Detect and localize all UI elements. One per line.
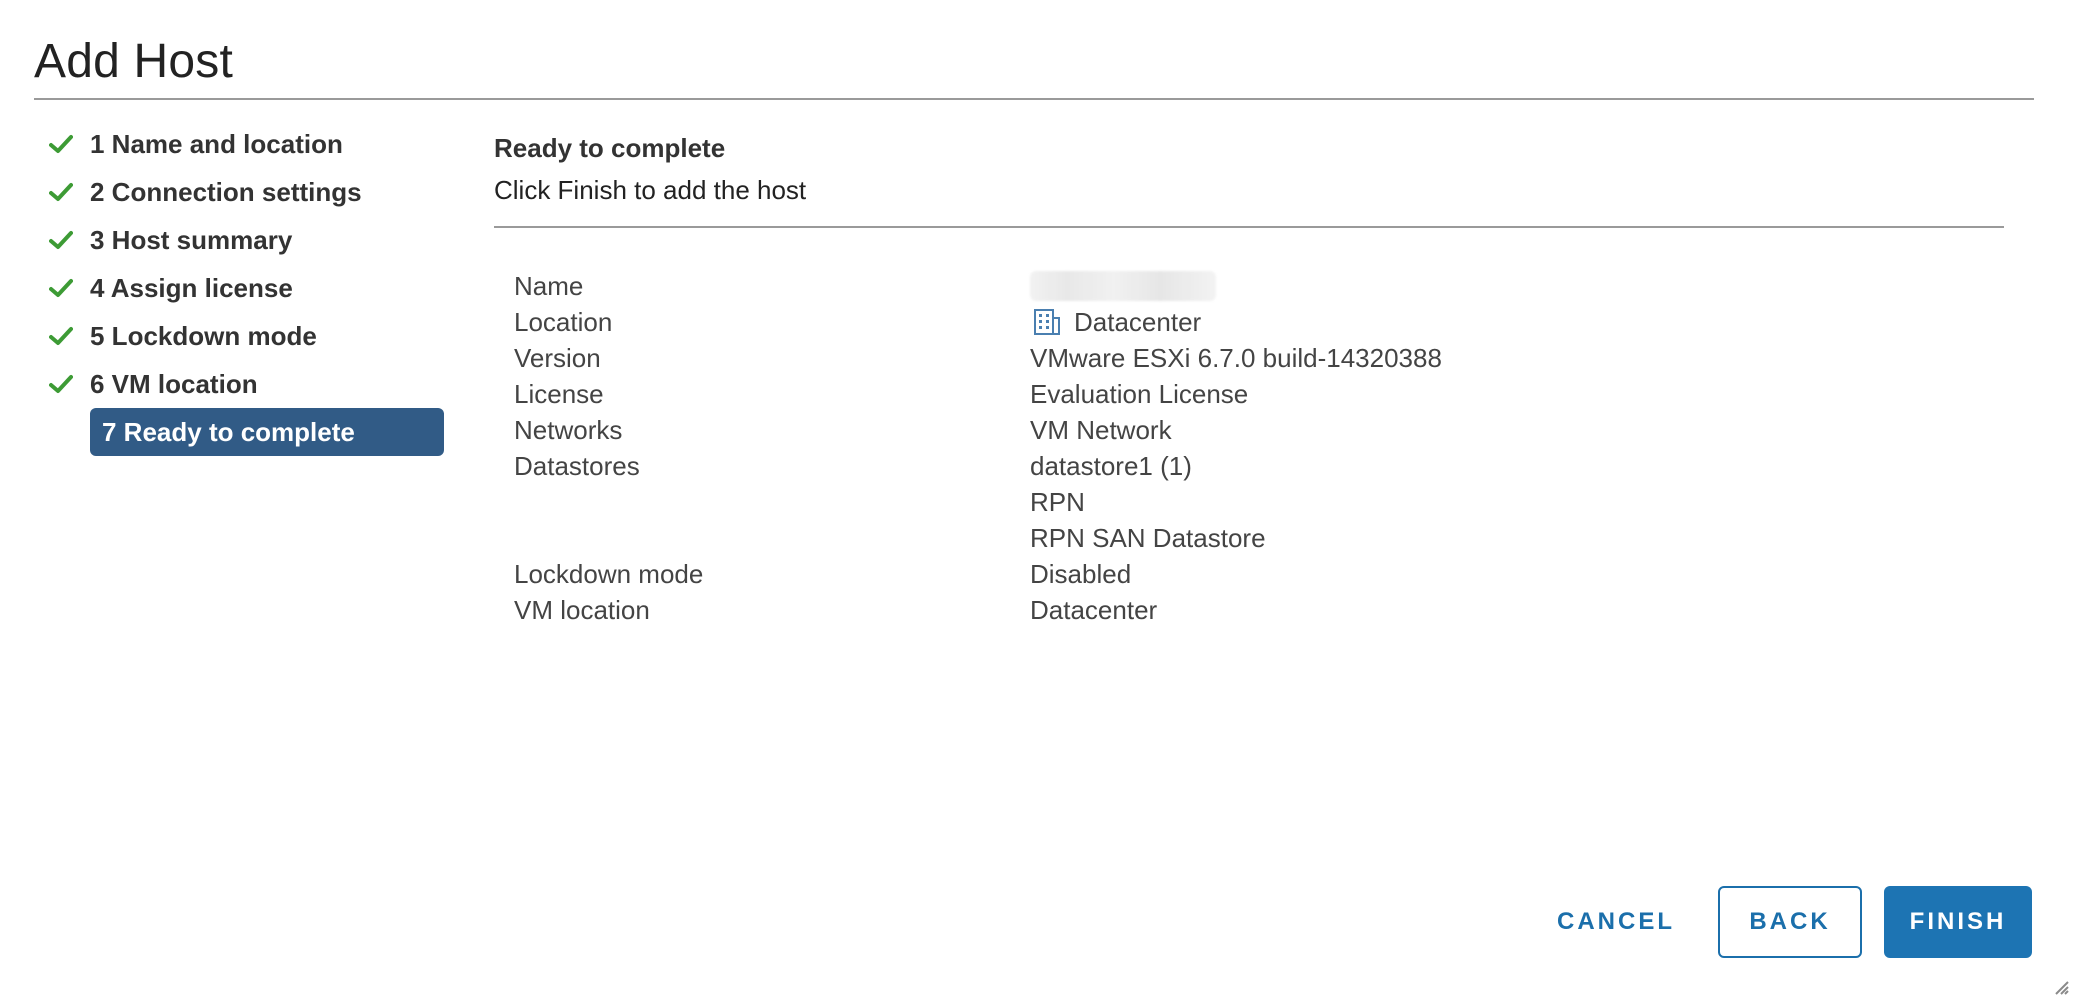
detail-label: Networks <box>514 415 623 445</box>
detail-value <box>1030 268 1216 304</box>
detail-value: RPN SAN Datastore <box>1030 523 1266 553</box>
detail-label: Location <box>514 307 613 337</box>
detail-row-datastores-cont: RPN SAN Datastore <box>514 520 2004 556</box>
step-content: Ready to complete Click Finish to add th… <box>494 130 2004 628</box>
dialog-title: Add Host <box>34 35 234 88</box>
add-host-dialog: Add Host 1 Name and location 2 Connectio… <box>0 0 2074 1000</box>
redacted-host-name <box>1030 271 1216 301</box>
step-ready-to-complete[interactable]: 7 Ready to complete <box>44 408 464 456</box>
step-connection-settings[interactable]: 2 Connection settings <box>44 168 464 216</box>
resize-grip-icon[interactable] <box>2052 978 2070 996</box>
step-label: 4 Assign license <box>90 272 293 303</box>
step-label: 5 Lockdown mode <box>90 320 317 351</box>
detail-row-datastores-cont: RPN <box>514 484 2004 520</box>
detail-label: Version <box>514 343 601 373</box>
content-divider <box>494 226 2004 228</box>
detail-row-name: Name <box>514 268 2004 304</box>
check-icon <box>44 326 78 346</box>
detail-label: VM location <box>514 595 650 625</box>
detail-row-lockdown-mode: Lockdown mode Disabled <box>514 556 2004 592</box>
wizard-steps: 1 Name and location 2 Connection setting… <box>44 120 464 456</box>
detail-value: VM Network <box>1030 415 1172 445</box>
check-icon <box>44 134 78 154</box>
cancel-button[interactable]: CANCEL <box>1536 886 1696 958</box>
check-icon <box>44 182 78 202</box>
detail-row-location: Location Datacenter <box>514 304 2004 340</box>
detail-label: Lockdown mode <box>514 559 704 589</box>
step-host-summary[interactable]: 3 Host summary <box>44 216 464 264</box>
location-value: Datacenter <box>1074 307 1202 337</box>
detail-value: Datacenter <box>1030 304 1201 340</box>
detail-row-datastores: Datastores datastore1 (1) <box>514 448 2004 484</box>
dialog-footer: CANCEL BACK FINISH <box>1536 886 2032 958</box>
check-icon <box>44 374 78 394</box>
detail-label: Datastores <box>514 451 640 481</box>
detail-label: Name <box>514 271 584 301</box>
check-icon <box>44 230 78 250</box>
detail-value: datastore1 (1) <box>1030 451 1192 481</box>
check-icon <box>44 278 78 298</box>
step-name-and-location[interactable]: 1 Name and location <box>44 120 464 168</box>
step-label: 6 VM location <box>90 368 258 399</box>
detail-value: Datacenter <box>1030 595 1158 625</box>
detail-value: VMware ESXi 6.7.0 build-14320388 <box>1030 343 1442 373</box>
detail-row-vm-location: VM location Datacenter <box>514 592 2004 628</box>
detail-label-empty <box>514 484 1030 520</box>
step-label-active: 7 Ready to complete <box>90 408 444 456</box>
building-icon <box>1032 307 1062 337</box>
title-divider <box>34 98 2034 100</box>
detail-label: License <box>514 379 604 409</box>
back-button[interactable]: BACK <box>1718 886 1862 958</box>
detail-row-networks: Networks VM Network <box>514 412 2004 448</box>
detail-value: RPN <box>1030 487 1085 517</box>
detail-row-license: License Evaluation License <box>514 376 2004 412</box>
step-label: 2 Connection settings <box>90 176 362 207</box>
finish-button[interactable]: FINISH <box>1884 886 2032 958</box>
step-assign-license[interactable]: 4 Assign license <box>44 264 464 312</box>
step-vm-location[interactable]: 6 VM location <box>44 360 464 408</box>
step-lockdown-mode[interactable]: 5 Lockdown mode <box>44 312 464 360</box>
step-label: 3 Host summary <box>90 224 293 255</box>
detail-label-empty <box>514 520 1030 556</box>
detail-value: Evaluation License <box>1030 379 1249 409</box>
summary-details: Name Location Datacenter Version VMware … <box>514 268 2004 628</box>
detail-value: Disabled <box>1030 559 1132 589</box>
content-subtitle: Click Finish to add the host <box>494 175 807 205</box>
step-label: 1 Name and location <box>90 128 343 159</box>
content-heading: Ready to complete <box>494 133 726 163</box>
detail-row-version: Version VMware ESXi 6.7.0 build-14320388 <box>514 340 2004 376</box>
